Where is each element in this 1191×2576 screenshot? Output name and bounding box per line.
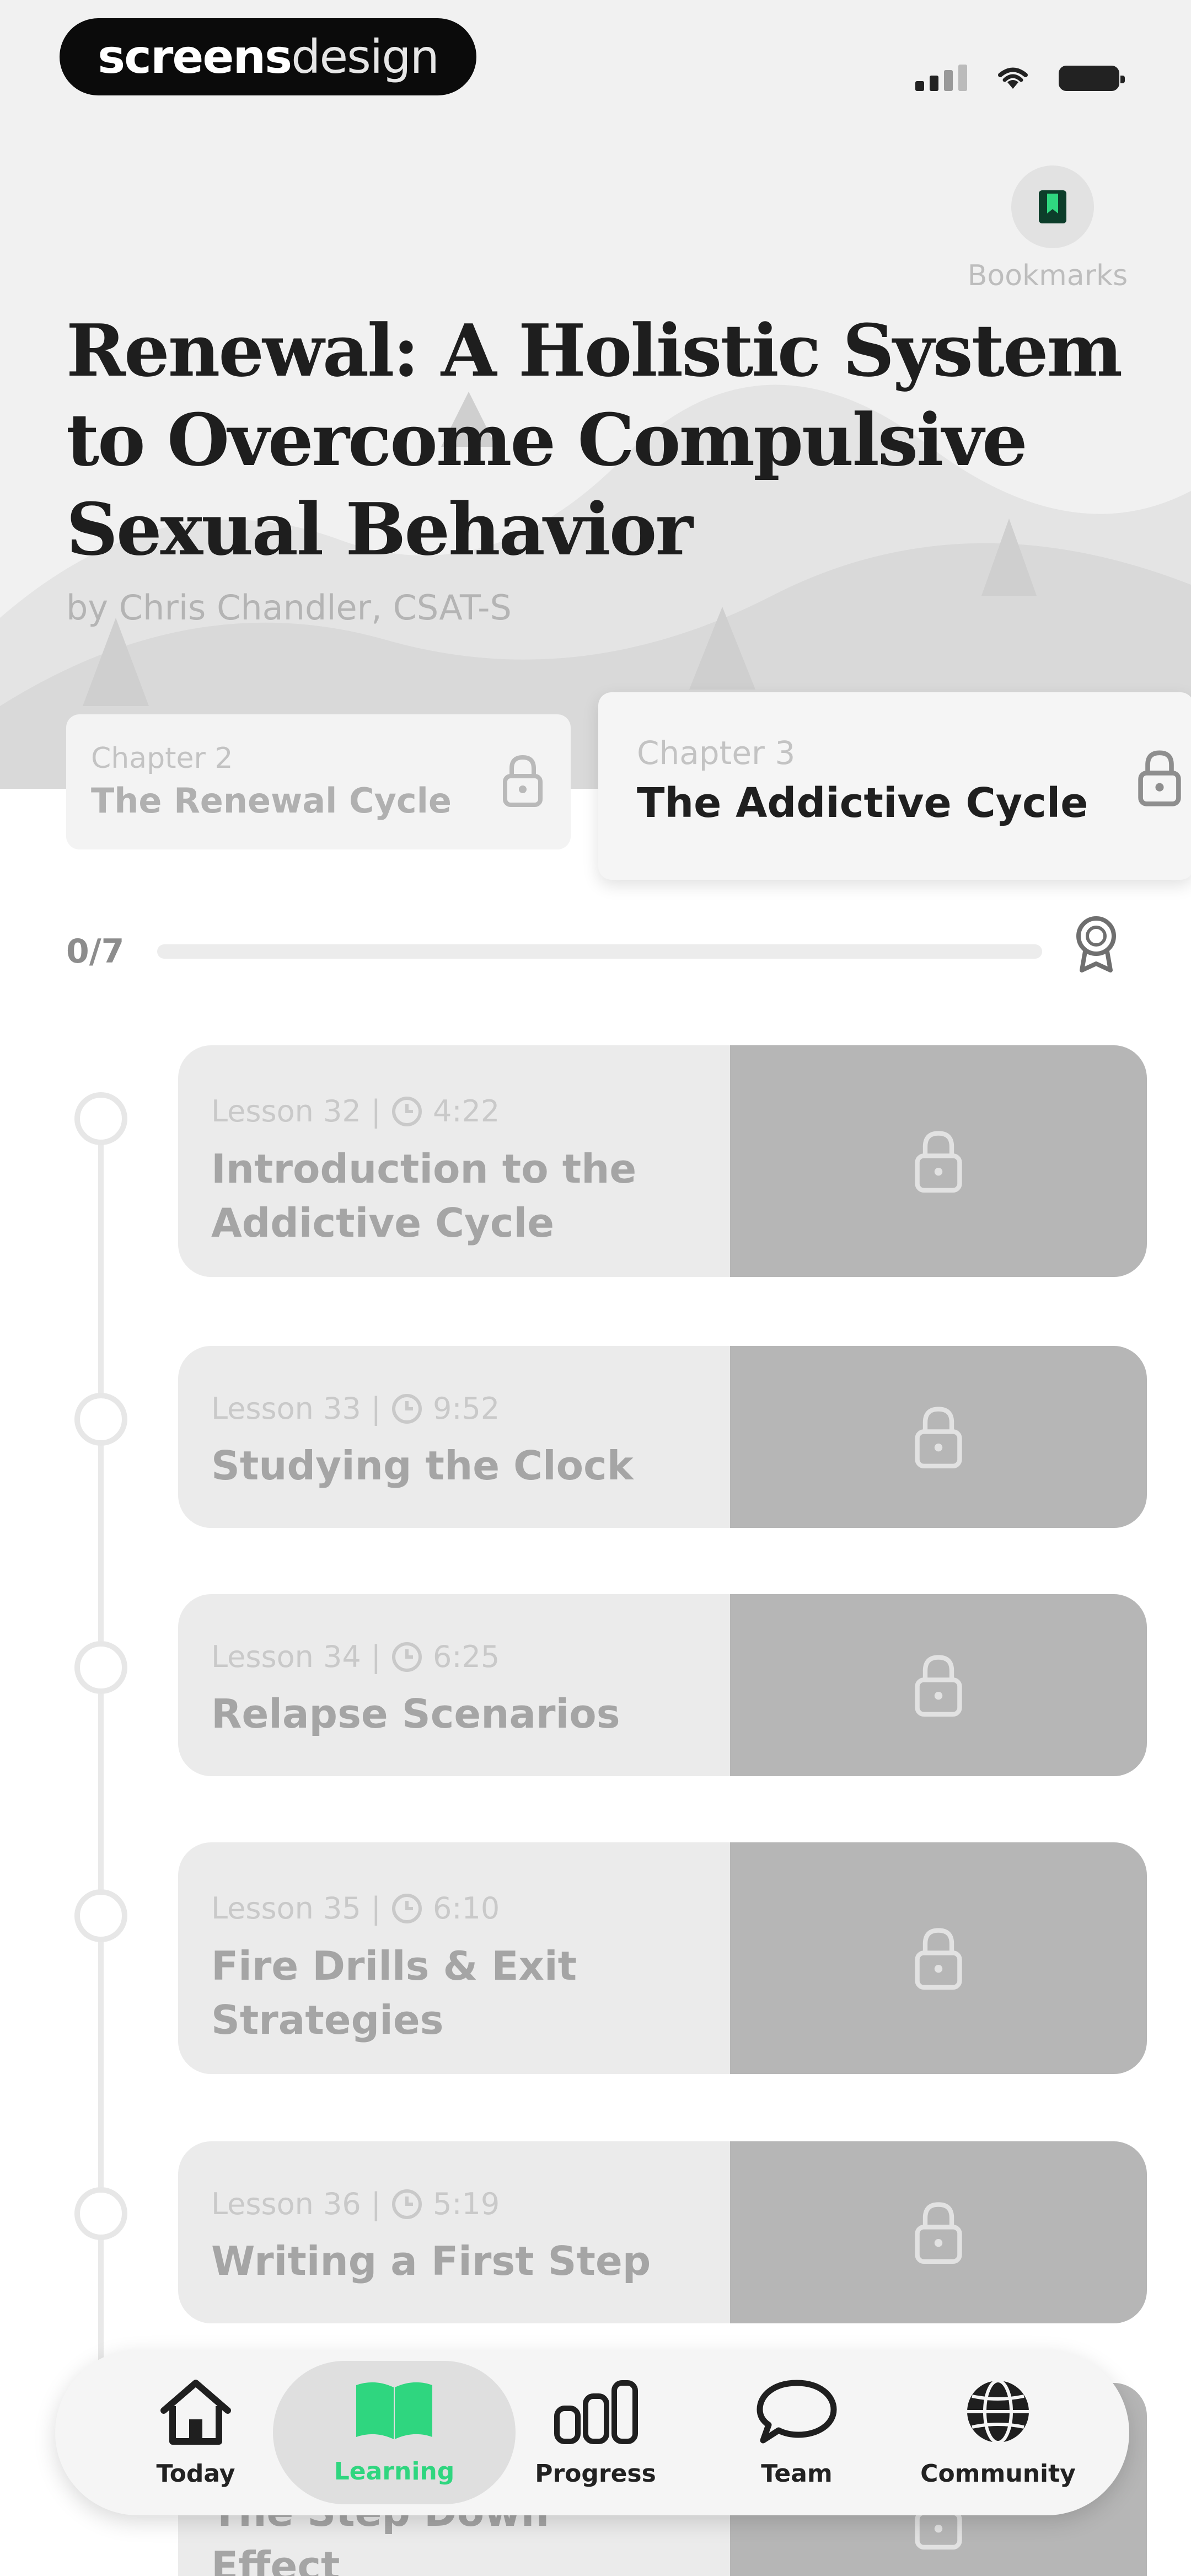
lesson-meta: Lesson 32 | 4:22	[211, 1094, 500, 1129]
nav-item-community[interactable]: Community	[915, 2377, 1081, 2488]
lesson-card[interactable]: Lesson 36 | 5:19 Writing a First Step	[178, 2141, 1147, 2323]
lesson-card[interactable]: Lesson 32 | 4:22 Introduction to the Addi…	[178, 1045, 1147, 1277]
lock-icon	[1138, 750, 1181, 806]
wifi-icon	[998, 67, 1028, 89]
lock-icon	[915, 1928, 962, 1990]
lock-icon	[503, 755, 543, 807]
lesson-title: Fire Drills & Exit Strategies	[211, 1943, 577, 2043]
locked-overlay	[730, 1045, 1147, 1277]
globe-icon	[967, 2379, 1029, 2444]
book-icon	[356, 2382, 432, 2439]
timeline-node	[74, 1889, 127, 1942]
lesson-card[interactable]: Lesson 35 | 6:10 Fire Drills & Exit Strat…	[178, 1842, 1147, 2074]
lesson-number: Lesson 33	[211, 1391, 361, 1426]
bookmark-icon	[1039, 190, 1066, 223]
clock-icon	[391, 2189, 422, 2219]
chapter-kicker: Chapter 3	[637, 734, 796, 772]
lesson-duration: 9:52	[432, 1391, 500, 1426]
chapter-tab-3[interactable]: Chapter 3 The Addictive Cycle	[598, 692, 1191, 880]
lesson-card[interactable]: Lesson 33 | 9:52 Studying the Clock	[178, 1346, 1147, 1528]
bottom-nav: Today Learning Progress Team Community	[55, 2350, 1129, 2515]
lesson-meta: Lesson 36 | 5:19	[211, 2187, 500, 2221]
lesson-number: Lesson 35	[211, 1891, 361, 1926]
logo-light: design	[291, 30, 439, 84]
lesson-duration: 5:19	[432, 2187, 500, 2221]
lesson-meta: Lesson 35 | 6:10	[211, 1891, 500, 1926]
lesson-title: Relapse Scenarios	[211, 1691, 620, 1737]
lesson-title: Writing a First Step	[211, 2238, 651, 2284]
timeline-node	[74, 1092, 127, 1145]
lesson-card[interactable]: Lesson 34 | 6:25 Relapse Scenarios	[178, 1594, 1147, 1776]
timeline-line	[98, 1120, 104, 2471]
bookmarks-button[interactable]	[1011, 165, 1094, 248]
locked-overlay	[730, 1842, 1147, 2074]
lock-icon	[915, 1131, 962, 1193]
lesson-number: Lesson 32	[211, 1094, 361, 1129]
course-author: by Chris Chandler, CSAT-S	[66, 587, 512, 628]
lesson-duration: 4:22	[432, 1094, 500, 1129]
lesson-meta: Lesson 33 | 9:52	[211, 1391, 500, 1426]
nav-item-team[interactable]: Team	[714, 2377, 879, 2488]
lock-icon	[915, 2202, 962, 2264]
lock-icon	[915, 1407, 962, 1468]
chapter-name: The Addictive Cycle	[637, 779, 1088, 827]
chapter-tab-2[interactable]: Chapter 2 The Renewal Cycle	[66, 714, 571, 849]
home-icon	[160, 2380, 231, 2445]
battery-icon	[1059, 66, 1125, 91]
chapter-name: The Renewal Cycle	[91, 781, 452, 821]
progress-bar	[157, 944, 1042, 959]
bookmarks-label: Bookmarks	[967, 259, 1128, 292]
lesson-number: Lesson 34	[211, 1639, 361, 1674]
lesson-meta: Lesson 34 | 6:25	[211, 1639, 500, 1674]
timeline-node	[74, 2187, 127, 2240]
nav-label: Today	[156, 2460, 235, 2488]
chat-bubble-icon	[757, 2380, 837, 2444]
lesson-number: Lesson 36	[211, 2187, 361, 2221]
nav-item-today[interactable]: Today	[113, 2377, 278, 2488]
timeline-node	[74, 1393, 127, 1446]
timeline-node	[74, 1641, 127, 1694]
nav-label: Team	[761, 2460, 833, 2488]
lesson-duration: 6:10	[432, 1891, 500, 1926]
lesson-title: Introduction to the Addictive Cycle	[211, 1146, 637, 1246]
nav-label: Learning	[334, 2457, 455, 2486]
award-icon	[1076, 916, 1116, 972]
status-bar	[915, 47, 1125, 91]
nav-label: Community	[920, 2460, 1076, 2488]
clock-icon	[391, 1393, 422, 1424]
lesson-duration: 6:25	[432, 1639, 500, 1674]
clock-icon	[391, 1893, 422, 1923]
clock-icon	[391, 1642, 422, 1672]
locked-overlay	[730, 1594, 1147, 1776]
lock-icon	[915, 1655, 962, 1717]
chapter-kicker: Chapter 2	[91, 742, 233, 775]
locked-overlay	[730, 1346, 1147, 1528]
screensdesign-logo: screens design	[60, 18, 476, 95]
signal-icon	[915, 65, 967, 91]
course-title: Renewal: A Holistic System to Overcome C…	[66, 308, 1123, 571]
logo-bold: screens	[98, 30, 292, 84]
locked-overlay	[730, 2141, 1147, 2323]
progress-count: 0/7	[66, 932, 125, 971]
nav-item-progress[interactable]: Progress	[513, 2377, 678, 2488]
nav-label: Progress	[535, 2460, 656, 2488]
nav-item-learning[interactable]: Learning	[312, 2377, 477, 2486]
lesson-title: Studying the Clock	[211, 1442, 634, 1489]
bar-chart-icon	[554, 2380, 638, 2444]
clock-icon	[391, 1096, 422, 1126]
